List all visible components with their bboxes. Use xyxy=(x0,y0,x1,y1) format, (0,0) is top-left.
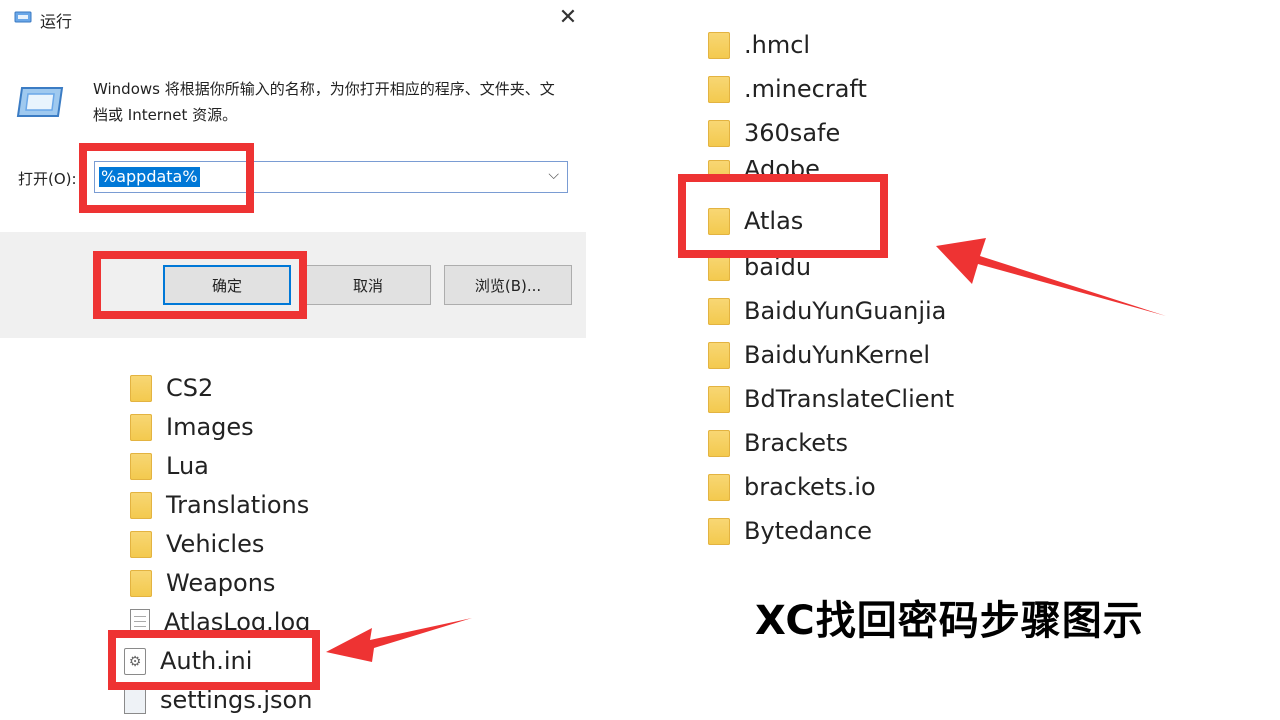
run-description: Windows 将根据你所输入的名称，为你打开相应的程序、文件夹、文档或 Int… xyxy=(93,80,555,124)
folder-icon xyxy=(130,374,152,402)
folder-icon xyxy=(130,530,152,558)
list-item[interactable]: brackets.io xyxy=(708,470,876,504)
open-label: 打开(O): xyxy=(18,170,77,188)
run-titlebar: 运行 ✕ xyxy=(0,0,586,38)
highlight-box-atlas xyxy=(678,174,888,258)
list-item[interactable]: .hmcl xyxy=(708,28,810,62)
list-item[interactable]: Brackets xyxy=(708,426,848,460)
list-item[interactable]: BaiduYunGuanjia xyxy=(708,294,946,328)
caption: XC找回密码步骤图示 xyxy=(755,598,1144,644)
folder-icon xyxy=(708,119,730,147)
run-large-icon xyxy=(16,87,64,117)
list-item[interactable]: CS2 xyxy=(130,371,213,405)
folder-icon xyxy=(708,297,730,325)
list-item[interactable]: BaiduYunKernel xyxy=(708,338,930,372)
highlight-box-auth-ini xyxy=(108,630,320,690)
folder-icon xyxy=(708,517,730,545)
folder-icon xyxy=(130,413,152,441)
folder-icon xyxy=(708,385,730,413)
list-item[interactable]: .minecraft xyxy=(708,72,867,106)
json-file-icon xyxy=(124,686,146,714)
run-title: 运行 xyxy=(40,12,73,31)
folder-icon xyxy=(130,569,152,597)
run-app-icon xyxy=(14,11,32,23)
list-item[interactable]: Adobe xyxy=(708,160,820,174)
highlight-box-ok xyxy=(93,251,307,319)
list-item[interactable]: Images xyxy=(130,410,254,444)
list-item[interactable]: Translations xyxy=(130,488,309,522)
list-item[interactable]: Lua xyxy=(130,449,209,483)
list-item[interactable]: 360safe xyxy=(708,116,840,150)
list-item[interactable]: Vehicles xyxy=(130,527,264,561)
highlight-box-input xyxy=(79,143,254,213)
browse-button[interactable]: 浏览(B)... xyxy=(444,265,572,305)
folder-icon xyxy=(708,31,730,59)
folder-icon xyxy=(130,491,152,519)
list-item[interactable]: Weapons xyxy=(130,566,275,600)
folder-icon xyxy=(708,160,730,174)
list-item[interactable]: BdTranslateClient xyxy=(708,382,954,416)
list-item[interactable]: Bytedance xyxy=(708,514,872,548)
folder-icon xyxy=(708,341,730,369)
folder-icon xyxy=(708,473,730,501)
folder-icon xyxy=(708,429,730,457)
folder-icon xyxy=(130,452,152,480)
folder-icon xyxy=(708,75,730,103)
cancel-button[interactable]: 取消 xyxy=(305,265,431,305)
chevron-down-icon[interactable]: ⌵ xyxy=(548,167,559,183)
close-icon[interactable]: ✕ xyxy=(556,6,580,30)
